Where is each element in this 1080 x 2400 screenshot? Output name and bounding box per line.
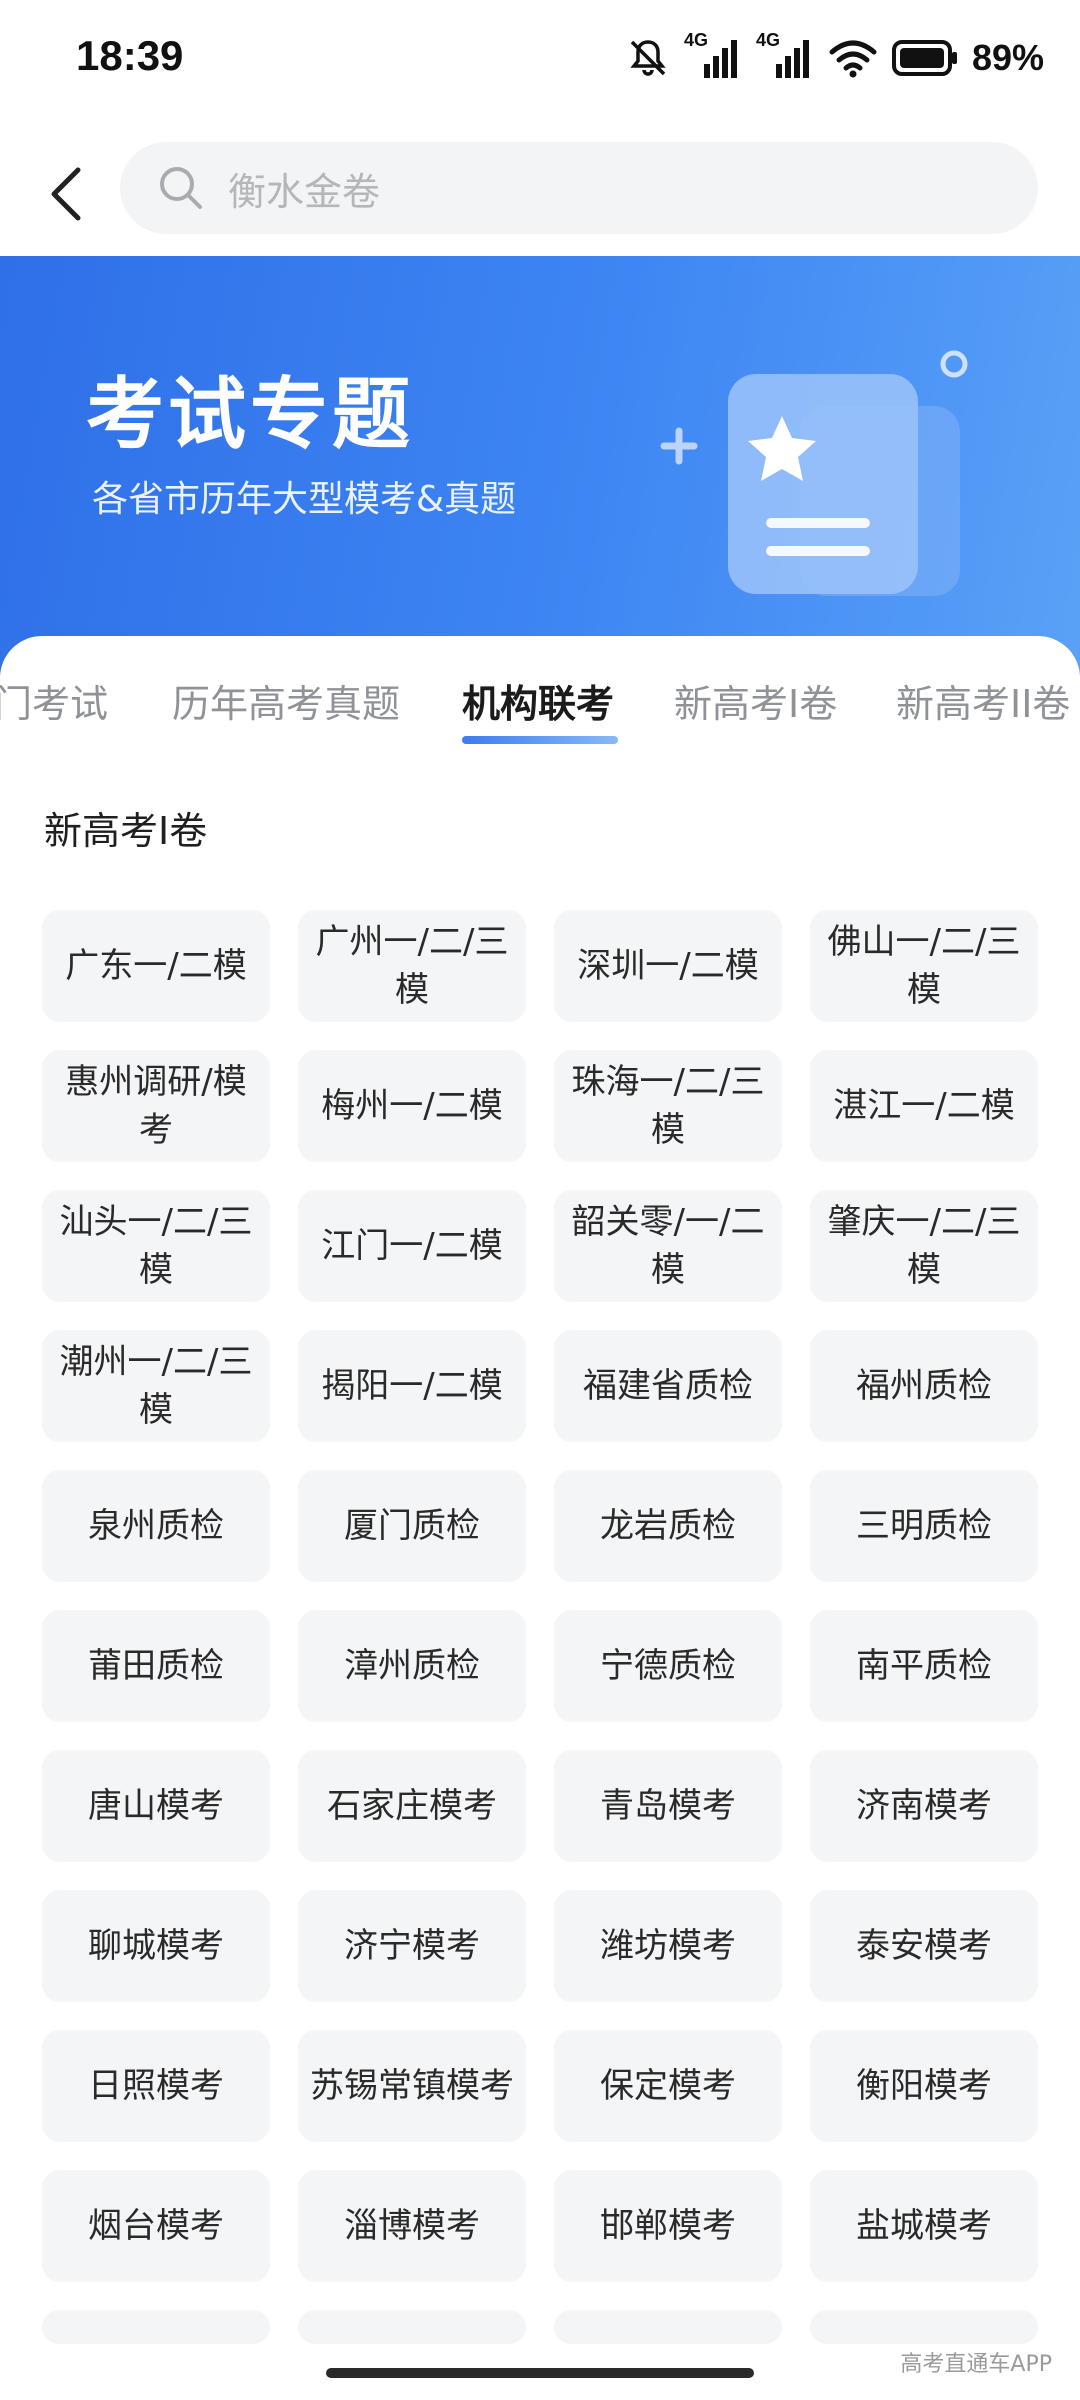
exam-item[interactable]: 梅州一/二模 [298, 1050, 526, 1162]
topic-banner: 考试专题 各省市历年大型模考&真题 [0, 256, 1080, 676]
exam-item[interactable]: 苏锡常镇模考 [298, 2030, 526, 2142]
exam-item[interactable]: 泰安模考 [810, 1890, 1038, 2002]
exam-item[interactable]: 佛山一/二/三模 [810, 910, 1038, 1022]
exam-grid: 广东一/二模 广州一/二/三模 深圳一/二模 佛山一/二/三模 惠州调研/模考 … [42, 910, 1042, 2344]
search-header: 衡水金卷 [0, 118, 1080, 256]
exam-item[interactable]: 揭阳一/二模 [298, 1330, 526, 1442]
tab-hot-exam[interactable]: 门考试 [0, 672, 108, 762]
banner-subtitle: 各省市历年大型模考&真题 [92, 479, 517, 520]
exam-item[interactable]: 肇庆一/二/三模 [810, 1190, 1038, 1302]
document-star-icon [660, 350, 968, 596]
exam-item[interactable]: 淄博模考 [298, 2170, 526, 2282]
app-watermark: 高考直通车APP [900, 2352, 1052, 2377]
exam-item-partial[interactable] [42, 2310, 270, 2344]
tab-past-exams[interactable]: 历年高考真题 [172, 672, 400, 762]
exam-item[interactable]: 宁德质检 [554, 1610, 782, 1722]
exam-item[interactable]: 聊城模考 [42, 1890, 270, 2002]
search-icon [160, 167, 202, 209]
exam-item[interactable]: 福州质检 [810, 1330, 1038, 1442]
battery-icon [891, 40, 957, 76]
exam-item[interactable]: 潍坊模考 [554, 1890, 782, 2002]
exam-item[interactable]: 三明质检 [810, 1470, 1038, 1582]
chevron-left-icon [51, 167, 81, 221]
wifi-icon [829, 40, 877, 78]
status-bar: 18:39 4G 4G 89% [0, 0, 1080, 118]
exam-item[interactable]: 珠海一/二/三模 [554, 1050, 782, 1162]
exam-item[interactable]: 福建省质检 [554, 1330, 782, 1442]
status-icons: 4G 4G 89% [626, 30, 1044, 86]
exam-item-partial[interactable] [298, 2310, 526, 2344]
network-label-2: 4G [755, 30, 780, 50]
exam-item[interactable]: 盐城模考 [810, 2170, 1038, 2282]
exam-item[interactable]: 湛江一/二模 [810, 1050, 1038, 1162]
tab-new-gaokao-2[interactable]: 新高考II卷 [896, 672, 1070, 762]
search-input[interactable]: 衡水金卷 [120, 142, 1038, 234]
search-placeholder: 衡水金卷 [228, 169, 381, 214]
exam-item[interactable]: 漳州质检 [298, 1610, 526, 1722]
banner-title: 考试专题 [86, 370, 415, 460]
exam-item[interactable]: 惠州调研/模考 [42, 1050, 270, 1162]
bell-mute-icon [630, 40, 666, 76]
status-time: 18:39 [76, 32, 184, 79]
home-indicator[interactable] [326, 2368, 754, 2378]
exam-item[interactable]: 衡阳模考 [810, 2030, 1038, 2142]
exam-item[interactable]: 龙岩质检 [554, 1470, 782, 1582]
exam-item[interactable]: 邯郸模考 [554, 2170, 782, 2282]
content-panel: 门考试 历年高考真题 机构联考 新高考I卷 新高考II卷 新高考I卷 广东一/二… [0, 636, 1080, 2400]
exam-item[interactable]: 江门一/二模 [298, 1190, 526, 1302]
exam-item[interactable]: 广州一/二/三模 [298, 910, 526, 1022]
exam-item[interactable]: 厦门质检 [298, 1470, 526, 1582]
exam-item[interactable]: 青岛模考 [554, 1750, 782, 1862]
exam-item[interactable]: 南平质检 [810, 1610, 1038, 1722]
exam-item[interactable]: 莆田质检 [42, 1610, 270, 1722]
exam-item[interactable]: 深圳一/二模 [554, 910, 782, 1022]
exam-item[interactable]: 烟台模考 [42, 2170, 270, 2282]
section-title: 新高考I卷 [44, 809, 208, 853]
exam-item[interactable]: 日照模考 [42, 2030, 270, 2142]
exam-item[interactable]: 唐山模考 [42, 1750, 270, 1862]
exam-item[interactable]: 泉州质检 [42, 1470, 270, 1582]
exam-item-partial[interactable] [810, 2310, 1038, 2344]
exam-item-partial[interactable] [554, 2310, 782, 2344]
exam-item[interactable]: 保定模考 [554, 2030, 782, 2142]
category-tabs: 门考试 历年高考真题 机构联考 新高考I卷 新高考II卷 [0, 672, 1080, 762]
back-button[interactable] [36, 154, 96, 234]
network-label-1: 4G [683, 30, 708, 50]
exam-item[interactable]: 济宁模考 [298, 1890, 526, 2002]
exam-item[interactable]: 石家庄模考 [298, 1750, 526, 1862]
battery-percent: 89% [971, 37, 1044, 78]
exam-item[interactable]: 韶关零/一/二模 [554, 1190, 782, 1302]
exam-item[interactable]: 济南模考 [810, 1750, 1038, 1862]
exam-item[interactable]: 广东一/二模 [42, 910, 270, 1022]
tab-new-gaokao-1[interactable]: 新高考I卷 [674, 672, 837, 762]
active-tab-indicator [462, 736, 618, 744]
tab-institution-joint[interactable]: 机构联考 [462, 672, 614, 762]
exam-item[interactable]: 汕头一/二/三模 [42, 1190, 270, 1302]
signal-icon: 4G [684, 30, 742, 82]
signal-icon: 4G [756, 30, 814, 82]
exam-item[interactable]: 潮州一/二/三模 [42, 1330, 270, 1442]
